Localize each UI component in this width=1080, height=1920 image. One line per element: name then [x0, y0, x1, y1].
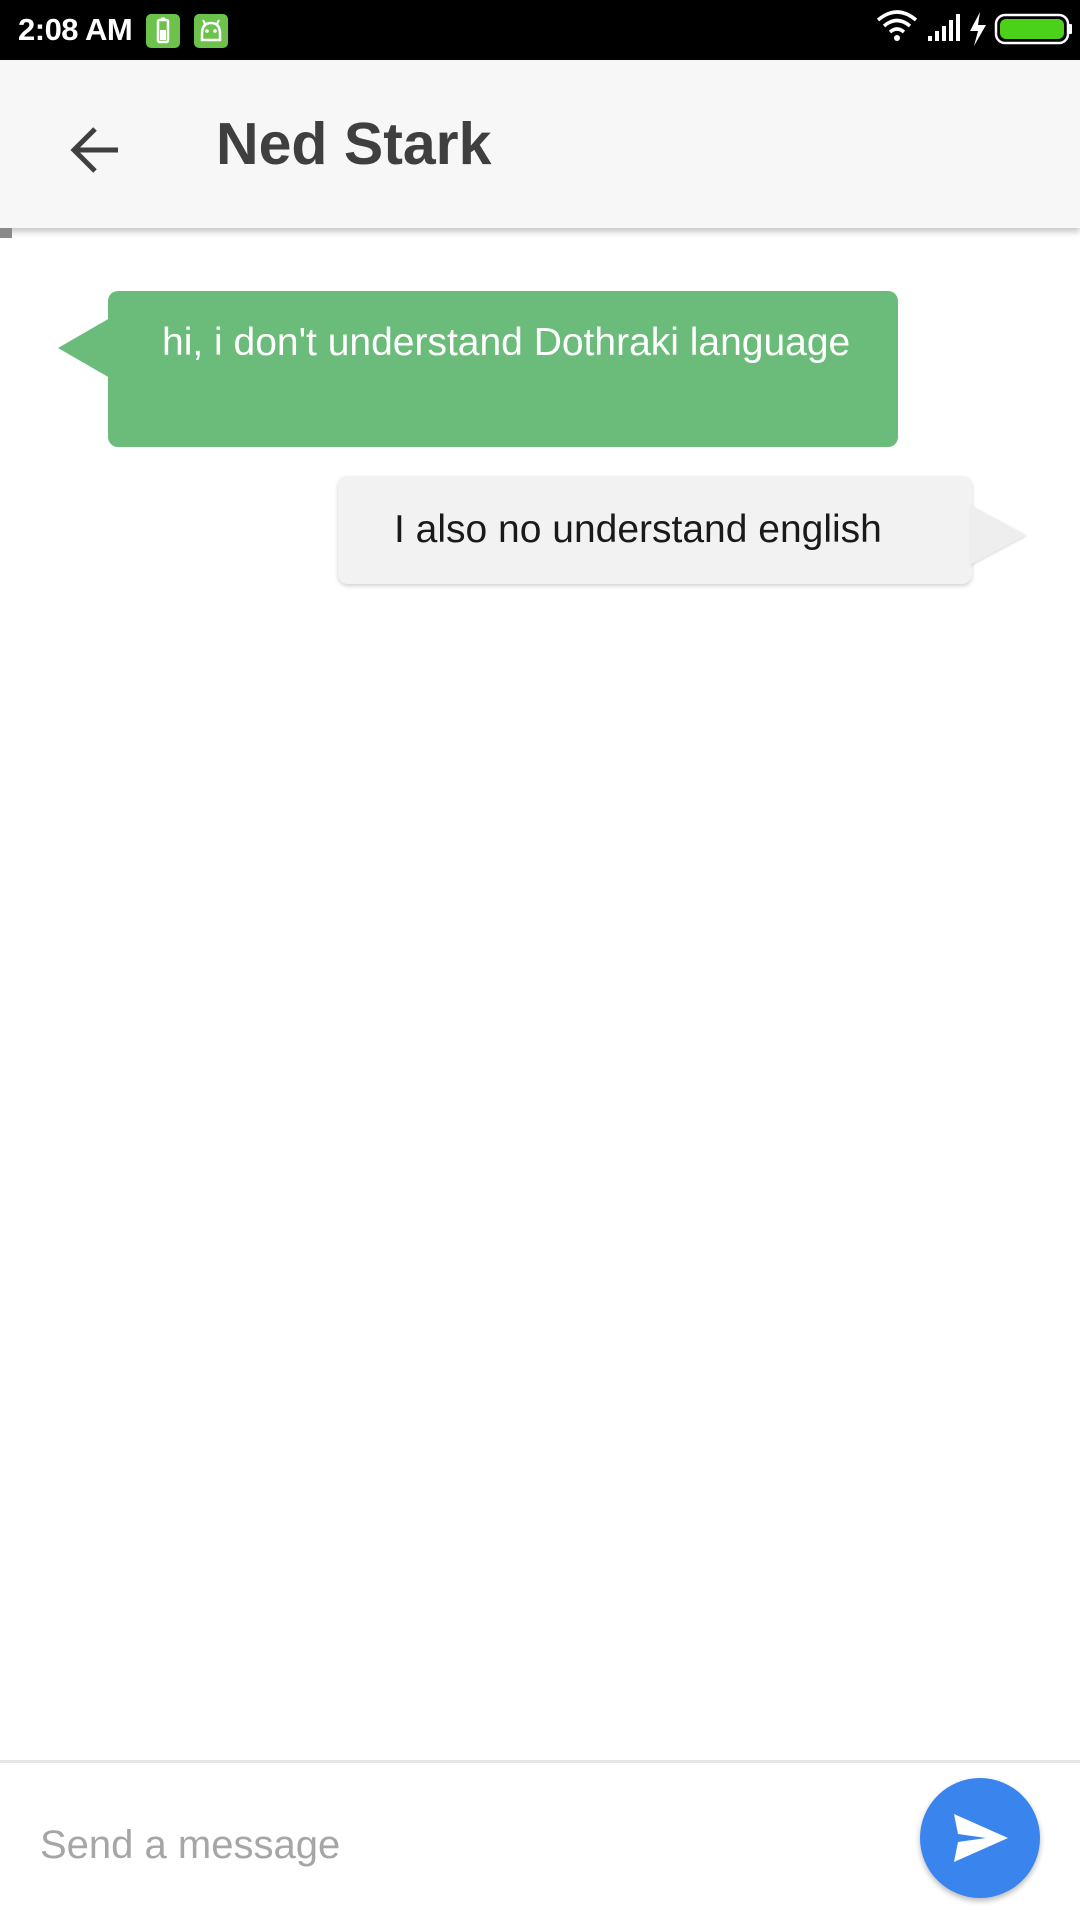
battery-saver-icon: [146, 14, 180, 48]
message-bubble-outgoing[interactable]: I also no understand english: [338, 476, 972, 584]
battery-fill: [1000, 19, 1064, 39]
arrow-back-icon: [70, 127, 118, 173]
app-bar: Ned Stark: [0, 60, 1080, 228]
charging-icon: [970, 12, 986, 46]
message-bubble-incoming[interactable]: hi, i don't understand Dothraki language: [108, 291, 898, 447]
status-time: 2:08 AM: [18, 12, 133, 47]
back-button[interactable]: [56, 110, 136, 190]
battery-icon: [994, 13, 1072, 45]
signal-icon: [928, 14, 960, 41]
message-composer: [0, 1760, 1080, 1920]
message-text: I also no understand english: [394, 508, 882, 551]
send-button[interactable]: [920, 1778, 1040, 1898]
incoming-bubble-tail: [58, 318, 110, 378]
android-icon: [194, 14, 228, 48]
page-title: Ned Stark: [216, 111, 492, 177]
progress-indicator: [0, 228, 12, 238]
send-icon: [954, 1814, 1008, 1862]
message-input[interactable]: [40, 1809, 860, 1881]
outgoing-bubble-tail: [970, 505, 1026, 565]
message-text: hi, i don't understand Dothraki language: [162, 321, 851, 364]
wifi-icon: [876, 10, 918, 41]
status-bar: 2:08 AM: [0, 0, 1080, 60]
